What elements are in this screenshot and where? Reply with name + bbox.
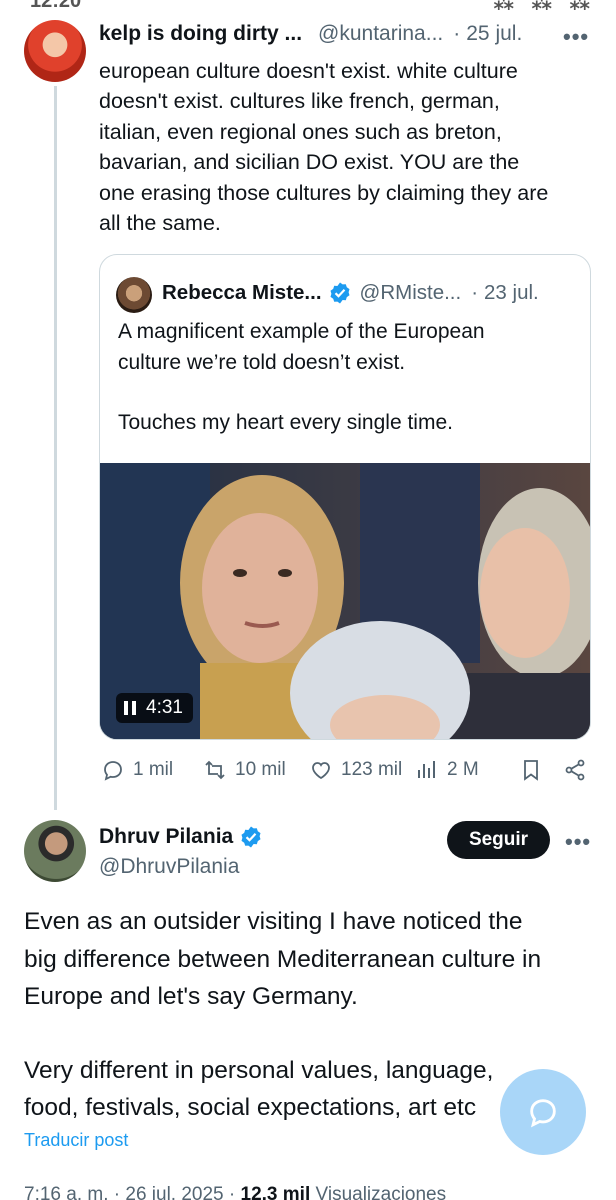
repost-count: 10 mil: [235, 759, 286, 780]
reply-icon: [104, 761, 122, 781]
share-icon: [565, 759, 585, 781]
share-action[interactable]: [563, 758, 587, 782]
reply-avatar[interactable]: [24, 20, 86, 82]
thread-connector-line: [54, 86, 57, 810]
main-text-line: big difference between Mediterranean cul…: [24, 945, 542, 973]
quoted-tweet-card[interactable]: Rebecca Miste... @RMiste... · 23 jul. A …: [99, 254, 591, 740]
pause-icon[interactable]: [124, 701, 136, 715]
status-time: 12:20: [30, 0, 82, 12]
translate-post-link[interactable]: Traducir post: [24, 1130, 128, 1151]
bookmark-icon: [524, 760, 538, 781]
views-action[interactable]: 2 M: [415, 758, 479, 782]
heart-icon: [312, 762, 330, 780]
video-duration-badge[interactable]: 4:31: [116, 693, 193, 723]
main-text-line: Europe and let's say Germany.: [24, 983, 358, 1010]
reply-action[interactable]: 1 mil: [101, 758, 173, 782]
main-author-name[interactable]: Dhruv Pilania: [99, 825, 233, 849]
reply-header: kelp is doing dirty ... @kuntarina... · …: [99, 22, 522, 46]
quoted-avatar: [116, 277, 152, 313]
compose-reply-button[interactable]: [500, 1069, 586, 1155]
reply-count: 1 mil: [133, 759, 174, 780]
quoted-author-name: Rebecca Miste...: [162, 281, 322, 304]
reply-text-line: european culture doesn't exist. white cu…: [99, 59, 518, 83]
quoted-text-line: culture we’re told doesn’t exist.: [118, 350, 406, 374]
reply-text-line: doesn't exist. cultures like french, ger…: [99, 89, 500, 114]
quoted-text-line: A magnificent example of the European: [118, 320, 485, 343]
quoted-video[interactable]: 4:31: [100, 463, 590, 739]
reply-author-name[interactable]: kelp is doing dirty ...: [99, 22, 302, 46]
bookmark-action[interactable]: [519, 758, 543, 782]
post-views-label: Visualizaciones: [310, 1184, 447, 1200]
separator-dot: ·: [471, 281, 479, 304]
status-bar: 12:20 ⁂ ⁂ ⁂: [0, 0, 616, 12]
like-action[interactable]: 123 mil: [309, 758, 402, 782]
action-bar: 1 mil 10 mil 123 mil 2 M: [99, 758, 591, 788]
quoted-date: 23 jul.: [484, 281, 539, 304]
main-author-name-row[interactable]: Dhruv Pilania: [99, 825, 263, 849]
quoted-text-line: Touches my heart every single time.: [118, 411, 453, 434]
quoted-text: A magnificent example of the European cu…: [118, 317, 578, 439]
main-author-avatar[interactable]: [24, 820, 86, 882]
post-views-count: 12,3 mil: [240, 1184, 311, 1200]
reply-text: european culture doesn't exist. white cu…: [99, 56, 599, 238]
video-duration: 4:31: [146, 697, 183, 718]
main-author-handle[interactable]: @DhruvPilania: [99, 855, 239, 879]
quoted-author-handle: @RMiste...: [359, 281, 462, 304]
main-text-line: Even as an outsider visiting I have noti…: [24, 908, 523, 935]
reply-text-line: italian, even regional ones such as bret…: [99, 119, 502, 144]
main-more-icon[interactable]: •••: [565, 829, 591, 855]
views-count: 2 M: [447, 759, 479, 780]
verified-badge-icon: [241, 826, 261, 848]
verified-badge-icon: [330, 282, 350, 304]
reply-author-handle[interactable]: @kuntarina...: [318, 22, 443, 46]
repost-action[interactable]: 10 mil: [203, 758, 286, 782]
chat-bubble-icon: [530, 1099, 556, 1128]
views-chart-icon: [418, 761, 435, 778]
repost-icon: [205, 760, 225, 780]
reply-text-line: bavarian, and sicilian DO exist. YOU are…: [99, 150, 520, 175]
follow-button[interactable]: Seguir: [447, 821, 550, 859]
reply-more-icon[interactable]: •••: [563, 24, 589, 50]
reply-date[interactable]: 25 jul.: [466, 22, 522, 46]
like-count: 123 mil: [341, 759, 403, 780]
status-icons: ⁂ ⁂ ⁂: [493, 0, 596, 12]
post-metadata: 7:16 a. m. · 26 jul. 2025 · 12,3 mil Vis…: [24, 1184, 446, 1200]
reply-text-line: one erasing those cultures by claiming t…: [99, 180, 549, 205]
post-timestamp[interactable]: 7:16 a. m. · 26 jul. 2025 ·: [24, 1184, 241, 1200]
quoted-header: Rebecca Miste... @RMiste... · 23 jul.: [162, 281, 539, 305]
reply-text-line: all the same.: [99, 211, 221, 236]
separator-dot: ·: [453, 22, 461, 45]
